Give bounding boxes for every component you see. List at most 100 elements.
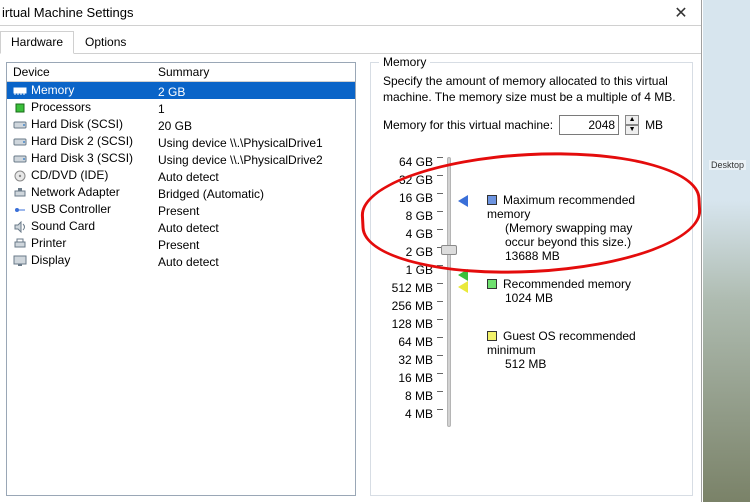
disk-icon bbox=[13, 136, 27, 148]
device-row-net[interactable]: Network AdapterBridged (Automatic) bbox=[7, 184, 355, 201]
device-name: Hard Disk (SCSI) bbox=[31, 116, 123, 133]
device-summary: Auto detect bbox=[152, 252, 355, 269]
device-row-cd[interactable]: CD/DVD (IDE) Auto detect bbox=[7, 167, 355, 184]
usb-icon bbox=[13, 204, 27, 216]
memory-group-label: Memory bbox=[379, 55, 430, 69]
device-summary: Bridged (Automatic) bbox=[152, 184, 355, 201]
slider-tick bbox=[437, 283, 443, 301]
tab-options[interactable]: Options bbox=[74, 31, 137, 54]
device-summary: 1 bbox=[152, 99, 355, 116]
slider-label: 8 MB bbox=[383, 387, 433, 405]
slider-tick bbox=[437, 211, 443, 229]
memory-unit: MB bbox=[645, 118, 663, 132]
slider-label: 256 MB bbox=[383, 297, 433, 315]
close-button[interactable]: ✕ bbox=[661, 3, 701, 23]
slider-tick bbox=[437, 301, 443, 319]
device-row-memory[interactable]: Memory 2 GB bbox=[7, 82, 355, 99]
device-row-cpu[interactable]: Processors 1 bbox=[7, 99, 355, 116]
tab-bar: Hardware Options bbox=[0, 26, 701, 54]
printer-icon bbox=[13, 238, 27, 250]
device-row-disk[interactable]: Hard Disk 3 (SCSI) Using device \\.\Physi… bbox=[7, 150, 355, 167]
sound-icon bbox=[13, 221, 27, 233]
legend-guest-swatch-icon bbox=[487, 331, 497, 341]
device-summary: Present bbox=[152, 201, 355, 218]
legend-max-swatch-icon bbox=[487, 195, 497, 205]
marker-rec-icon bbox=[458, 269, 468, 281]
device-name: Processors bbox=[31, 99, 91, 116]
memory-description: Specify the amount of memory allocated t… bbox=[383, 73, 680, 105]
cpu-icon bbox=[13, 102, 27, 114]
marker-max-icon bbox=[458, 195, 468, 207]
slider-label: 2 GB bbox=[383, 243, 433, 261]
device-list-header: Device Summary bbox=[7, 63, 355, 82]
slider-tick bbox=[437, 319, 443, 337]
memory-slider-thumb[interactable] bbox=[441, 245, 457, 255]
cd-icon bbox=[13, 170, 27, 182]
device-row-disk[interactable]: Hard Disk 2 (SCSI) Using device \\.\Physi… bbox=[7, 133, 355, 150]
vm-settings-dialog: irtual Machine Settings ✕ Hardware Optio… bbox=[0, 0, 702, 502]
memory-slider-track[interactable] bbox=[447, 157, 451, 427]
slider-label: 32 MB bbox=[383, 351, 433, 369]
slider-label: 128 MB bbox=[383, 315, 433, 333]
memory-slider-area: 64 GB32 GB16 GB8 GB4 GB2 GB1 GB512 MB256… bbox=[383, 153, 680, 463]
legend-guest: Guest OS recommended minimum 512 MB bbox=[487, 329, 680, 371]
legend-max: Maximum recommended memory (Memory swapp… bbox=[487, 193, 680, 263]
slider-tick bbox=[437, 337, 443, 355]
memory-group: Memory Specify the amount of memory allo… bbox=[370, 62, 693, 496]
legend-rec: Recommended memory 1024 MB bbox=[487, 277, 631, 305]
slider-tick bbox=[437, 409, 443, 427]
device-name: Display bbox=[31, 252, 70, 269]
device-name: Memory bbox=[31, 82, 74, 99]
device-name: Printer bbox=[31, 235, 66, 252]
slider-label: 32 GB bbox=[383, 171, 433, 189]
slider-label: 8 GB bbox=[383, 207, 433, 225]
device-summary: Using device \\.\PhysicalDrive1 bbox=[152, 133, 355, 150]
titlebar: irtual Machine Settings ✕ bbox=[0, 0, 701, 26]
slider-label: 16 GB bbox=[383, 189, 433, 207]
slider-tick bbox=[437, 373, 443, 391]
net-icon bbox=[13, 187, 27, 199]
device-name: Hard Disk 2 (SCSI) bbox=[31, 133, 133, 150]
device-name: Sound Card bbox=[31, 218, 95, 235]
memory-field-label: Memory for this virtual machine: bbox=[383, 118, 553, 132]
device-summary: 20 GB bbox=[152, 116, 355, 133]
disk-icon bbox=[13, 153, 27, 165]
desktop-label: Desktop bbox=[709, 160, 746, 170]
device-row-display[interactable]: Display Auto detect bbox=[7, 252, 355, 269]
slider-tick bbox=[437, 391, 443, 409]
memory-spinner[interactable]: ▲ ▼ bbox=[625, 115, 639, 135]
spin-down-icon[interactable]: ▼ bbox=[625, 125, 639, 135]
disk-icon bbox=[13, 119, 27, 131]
tab-hardware[interactable]: Hardware bbox=[0, 31, 74, 54]
spin-up-icon[interactable]: ▲ bbox=[625, 115, 639, 125]
device-row-usb[interactable]: USB Controller Present bbox=[7, 201, 355, 218]
col-summary-header[interactable]: Summary bbox=[152, 63, 355, 81]
slider-label: 1 GB bbox=[383, 261, 433, 279]
device-list: Device Summary Memory2 GBProcessors1Hard… bbox=[6, 62, 356, 496]
device-summary: Present bbox=[152, 235, 355, 252]
slider-tick bbox=[437, 175, 443, 193]
device-name: CD/DVD (IDE) bbox=[31, 167, 108, 184]
slider-tick bbox=[437, 355, 443, 373]
device-summary: Using device \\.\PhysicalDrive2 bbox=[152, 150, 355, 167]
device-row-disk[interactable]: Hard Disk (SCSI) 20 GB bbox=[7, 116, 355, 133]
device-row-printer[interactable]: Printer Present bbox=[7, 235, 355, 252]
slider-label: 4 MB bbox=[383, 405, 433, 423]
slider-label: 4 GB bbox=[383, 225, 433, 243]
memory-input[interactable] bbox=[559, 115, 619, 135]
col-device-header[interactable]: Device bbox=[7, 63, 152, 81]
device-name: Hard Disk 3 (SCSI) bbox=[31, 150, 133, 167]
legend-rec-swatch-icon bbox=[487, 279, 497, 289]
window-title: irtual Machine Settings bbox=[0, 5, 661, 20]
slider-tick bbox=[437, 193, 443, 211]
marker-guest-icon bbox=[458, 281, 468, 293]
slider-label: 64 MB bbox=[383, 333, 433, 351]
display-icon bbox=[13, 255, 27, 267]
slider-tick bbox=[437, 265, 443, 283]
device-summary: Auto detect bbox=[152, 167, 355, 184]
device-summary: Auto detect bbox=[152, 218, 355, 235]
slider-label: 64 GB bbox=[383, 153, 433, 171]
device-row-sound[interactable]: Sound Card Auto detect bbox=[7, 218, 355, 235]
device-summary: 2 GB bbox=[152, 82, 355, 99]
device-name: USB Controller bbox=[31, 201, 111, 218]
